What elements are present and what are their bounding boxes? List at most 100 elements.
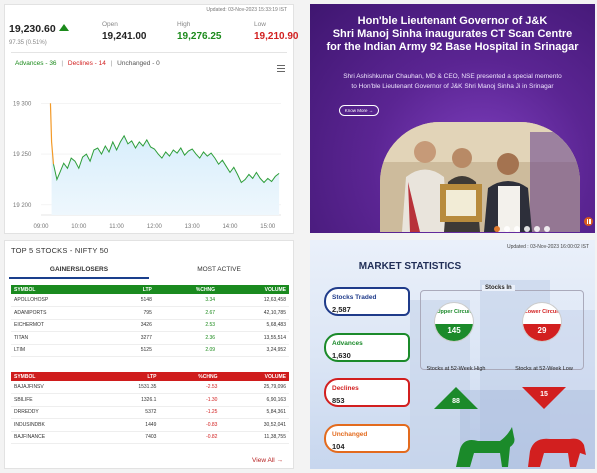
- lower-circuit-label: Lower Circuit: [524, 309, 560, 315]
- table-row[interactable]: DRREDDY 5372 -1.25 5,84,361: [11, 406, 289, 419]
- stock-volume: 25,79,096: [220, 381, 289, 394]
- table-row[interactable]: ADANIPORTS 795 2.67 42,10,785: [11, 306, 289, 320]
- col-chng: %CHNG: [154, 285, 219, 294]
- table-row[interactable]: LTIM 5125 2.09 3,24,952: [11, 344, 289, 357]
- carousel-dot[interactable]: [494, 226, 500, 232]
- carousel-dot[interactable]: [534, 226, 540, 232]
- banner-photo: [380, 122, 580, 232]
- stock-ltp: 3426: [111, 319, 155, 332]
- x-tick-label: 10:00: [71, 224, 87, 230]
- advances-label: Advances: [332, 340, 363, 347]
- stock-change: -1.25: [159, 406, 221, 419]
- stock-change: 3.34: [154, 294, 219, 307]
- declines-label: Declines: [332, 385, 359, 392]
- declines-count: Declines - 14: [67, 60, 106, 67]
- stock-volume: 6,90,163: [220, 393, 289, 407]
- view-all-link[interactable]: View All →: [252, 457, 283, 464]
- stocks-traded-value: 2,587: [332, 305, 351, 314]
- tab-most-active[interactable]: MOST ACTIVE: [149, 263, 289, 279]
- open-value: 19,241.00: [102, 31, 147, 42]
- open-block: Open 19,241.00: [102, 21, 147, 42]
- table-row[interactable]: TITAN 3277 2.36 13,55,514: [11, 331, 289, 345]
- unchanged-label: Unchanged: [332, 431, 368, 438]
- unchanged-count: Unchanged - 0: [117, 60, 160, 67]
- stock-symbol[interactable]: SBILIFE: [11, 393, 102, 407]
- quote-row: 19,230.60 97.35 (0.51%) Open 19,241.00 H…: [5, 19, 299, 49]
- stock-ltp: 1531.35: [101, 381, 160, 394]
- low-label: Low: [254, 21, 266, 28]
- upper-circuit-circle: Upper Circuit 145: [434, 302, 474, 342]
- stock-change: -0.82: [159, 431, 221, 444]
- gainers-header-row: SYMBOL LTP %CHNG VOLUME: [11, 285, 289, 294]
- stock-symbol[interactable]: EICHERMOT: [11, 319, 112, 332]
- stock-symbol[interactable]: BAJFINANCE: [11, 431, 102, 444]
- col-ltp: LTP: [101, 372, 160, 381]
- col-volume: VOLUME: [220, 372, 289, 381]
- wk-low-value: 15: [540, 391, 548, 398]
- advances-value: 1,630: [332, 351, 351, 360]
- banner-desc-line: to Hon'ble Lieutenant Governor of J&K Sh…: [351, 83, 554, 90]
- stock-symbol[interactable]: LTIM: [11, 344, 112, 357]
- stock-symbol[interactable]: ADANIPORTS: [11, 306, 112, 320]
- stock-volume: 12,63,458: [218, 294, 289, 307]
- tab-gainers-losers[interactable]: GAINERS/LOSERS: [9, 263, 149, 279]
- carousel-dot[interactable]: [524, 226, 530, 232]
- col-chng: %CHNG: [159, 372, 221, 381]
- stock-volume: 11,38,755: [220, 431, 289, 444]
- stock-ltp: 1449: [101, 418, 160, 432]
- y-tick-label: 19 250: [13, 152, 32, 158]
- lower-circuit-value: 29: [523, 324, 561, 341]
- stock-volume: 5,84,361: [220, 406, 289, 419]
- table-row[interactable]: SBILIFE 1326.1 -1.30 6,90,163: [11, 393, 289, 407]
- wk-low-label: Stocks at 52-Week Low: [515, 366, 573, 372]
- high-value: 19,276.25: [177, 31, 222, 42]
- index-value: 19,230.60: [9, 23, 56, 35]
- know-more-button[interactable]: Know More →: [339, 105, 379, 116]
- adv-dec-row: Advances - 36 | Declines - 14 | Unchange…: [15, 60, 160, 67]
- x-tick-label: 14:00: [222, 224, 238, 230]
- high-block: High 19,276.25: [177, 21, 222, 42]
- carousel-dot[interactable]: [504, 226, 510, 232]
- low-value: 19,210.90: [254, 31, 299, 42]
- table-row[interactable]: EICHERMOT 3426 2.53 5,68,483: [11, 319, 289, 332]
- stock-symbol[interactable]: TITAN: [11, 331, 112, 345]
- open-label: Open: [102, 21, 118, 28]
- table-row[interactable]: INDUSINDBK 1449 -0.83 30,52,041: [11, 418, 289, 432]
- carousel-pause-icon[interactable]: [584, 217, 593, 226]
- unchanged-value: 104: [332, 442, 345, 451]
- carousel-dot[interactable]: [544, 226, 550, 232]
- high-label: High: [177, 21, 191, 28]
- market-statistics-panel: Updated : 03-Nov-2023 16:00:02 IST MARKE…: [310, 240, 595, 469]
- divider: [11, 52, 287, 53]
- stock-ltp: 5125: [111, 344, 155, 357]
- stock-symbol[interactable]: DRREDDY: [11, 406, 102, 419]
- chart-menu-icon[interactable]: [277, 65, 285, 72]
- banner-title-line: Shri Manoj Sinha inaugurates CT Scan Cen…: [332, 28, 573, 40]
- stock-change: 2.36: [154, 331, 219, 345]
- carousel-dot[interactable]: [514, 226, 520, 232]
- stock-symbol[interactable]: BAJAJFINSV: [11, 381, 102, 394]
- news-banner[interactable]: Hon'ble Lieutenant Governor of J&K Shri …: [310, 4, 595, 233]
- advances-card: Advances 1,630: [324, 333, 410, 362]
- col-symbol: SYMBOL: [11, 285, 112, 294]
- stock-symbol[interactable]: APOLLOHOSP: [11, 294, 112, 307]
- banner-description: Shri Ashishkumar Chauhan, MD & CEO, NSE …: [310, 72, 595, 92]
- stock-volume: 42,10,785: [218, 306, 289, 320]
- index-panel: Updated: 03-Nov-2023 15:33:19 IST 19,230…: [4, 4, 299, 234]
- banner-desc-line: Shri Ashishkumar Chauhan, MD & CEO, NSE …: [343, 73, 562, 80]
- gainers-table: SYMBOL LTP %CHNG VOLUME APOLLOHOSP 5148 3.…: [11, 285, 289, 357]
- table-row[interactable]: APOLLOHOSP 5148 3.34 12,63,458: [11, 294, 289, 307]
- stocks-traded-label: Stocks Traded: [332, 294, 377, 301]
- table-row[interactable]: BAJAJFINSV 1531.35 -2.53 25,79,096: [11, 381, 289, 394]
- stock-ltp: 3277: [111, 331, 155, 345]
- losers-header-row: SYMBOL LTP %CHNG VOLUME: [11, 372, 289, 381]
- stock-symbol[interactable]: INDUSINDBK: [11, 418, 102, 432]
- top5-panel: TOP 5 STOCKS - NIFTY 50 GAINERS/LOSERS M…: [4, 240, 294, 469]
- stock-ltp: 795: [111, 306, 155, 320]
- bull-bear-icon: [456, 427, 586, 467]
- stock-ltp: 5148: [111, 294, 155, 307]
- stock-ltp: 7403: [101, 431, 160, 444]
- x-tick-label: 13:00: [185, 224, 201, 230]
- stock-ltp: 5372: [101, 406, 160, 419]
- table-row[interactable]: BAJFINANCE 7403 -0.82 11,38,755: [11, 431, 289, 444]
